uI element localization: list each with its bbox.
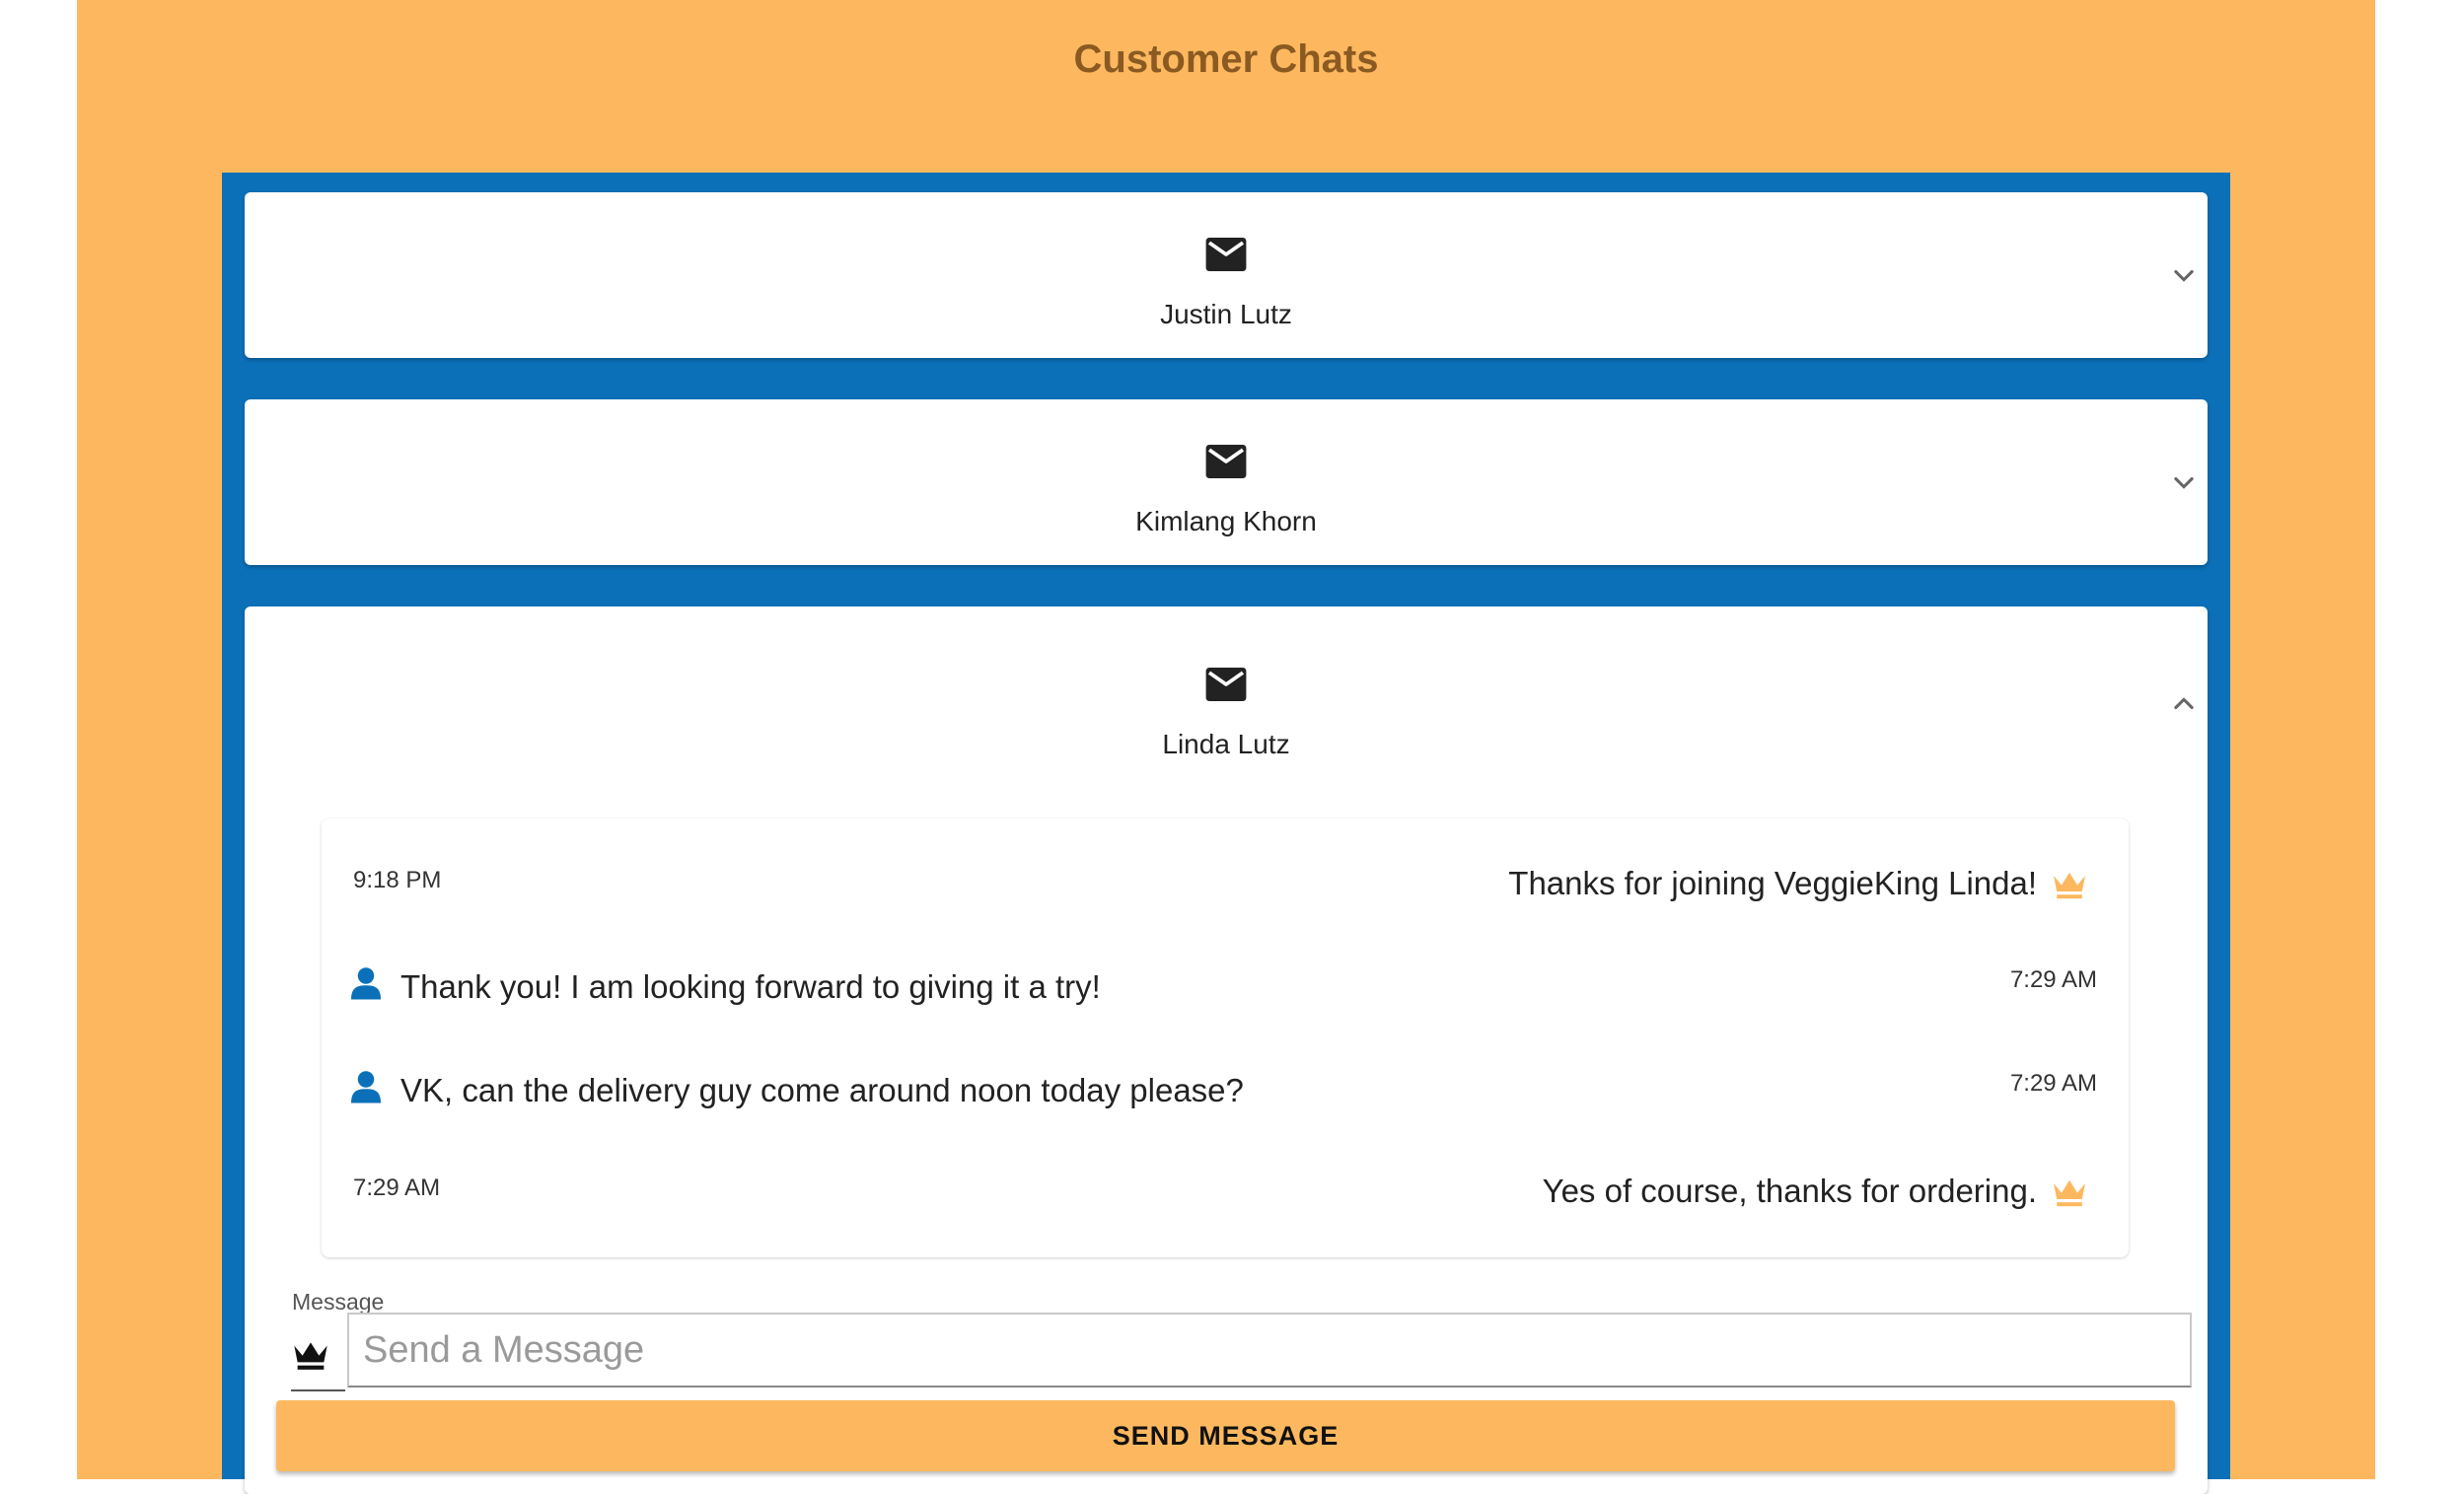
page-title: Customer Chats <box>1073 37 1379 81</box>
chat-name: Kimlang Khorn <box>1135 506 1317 536</box>
mail-icon <box>1205 238 1247 271</box>
chat-header-kimlang[interactable]: Kimlang Khorn <box>245 399 2208 565</box>
message-input[interactable] <box>347 1313 2192 1387</box>
message-time: 7:29 AM <box>353 1174 441 1201</box>
message-text: Yes of course, thanks for ordering. <box>1542 1173 2037 1209</box>
mail-icon <box>1205 445 1247 478</box>
chat-header-linda[interactable]: Linda Lutz <box>245 606 2208 794</box>
message-time: 7:29 AM <box>2009 1070 2097 1097</box>
chat-card-expanded: Linda Lutz 9:18 PM Thanks for joining Ve… <box>245 606 2208 1494</box>
person-icon <box>351 1071 381 1103</box>
message-text: Thank you! I am looking forward to givin… <box>400 968 1101 1005</box>
chat-name: Justin Lutz <box>1160 299 1292 329</box>
chat-header-justin[interactable]: Justin Lutz <box>245 192 2208 358</box>
send-message-button[interactable]: SEND MESSAGE <box>276 1400 2175 1471</box>
chevron-up-icon[interactable] <box>2170 690 2198 718</box>
mail-icon <box>1205 668 1247 701</box>
message-field-label: Message <box>292 1289 385 1315</box>
crown-icon <box>294 1342 327 1370</box>
chat-card: Kimlang Khorn <box>245 399 2208 565</box>
message-text: VK, can the delivery guy come around noo… <box>400 1072 1244 1108</box>
app-container: Customer Chats Justin Lutz Kimlang Khorn… <box>77 0 2375 1494</box>
chat-name: Linda Lutz <box>1162 729 1290 759</box>
chat-card: Justin Lutz <box>245 192 2208 358</box>
message-list: 9:18 PM Thanks for joining VeggieKing Li… <box>322 818 2129 1257</box>
chat-list-panel: Justin Lutz Kimlang Khorn Linda Lutz 9:1… <box>222 173 2230 1494</box>
message-text: Thanks for joining VeggieKing Linda! <box>1508 865 2037 901</box>
chevron-down-icon[interactable] <box>2170 468 2198 496</box>
person-icon <box>351 967 381 1000</box>
message-time: 9:18 PM <box>353 867 442 893</box>
crown-icon <box>2054 872 2085 899</box>
input-underline <box>291 1389 345 1391</box>
chevron-down-icon[interactable] <box>2170 261 2198 289</box>
message-time: 7:29 AM <box>2009 966 2097 993</box>
crown-icon <box>2054 1179 2085 1207</box>
